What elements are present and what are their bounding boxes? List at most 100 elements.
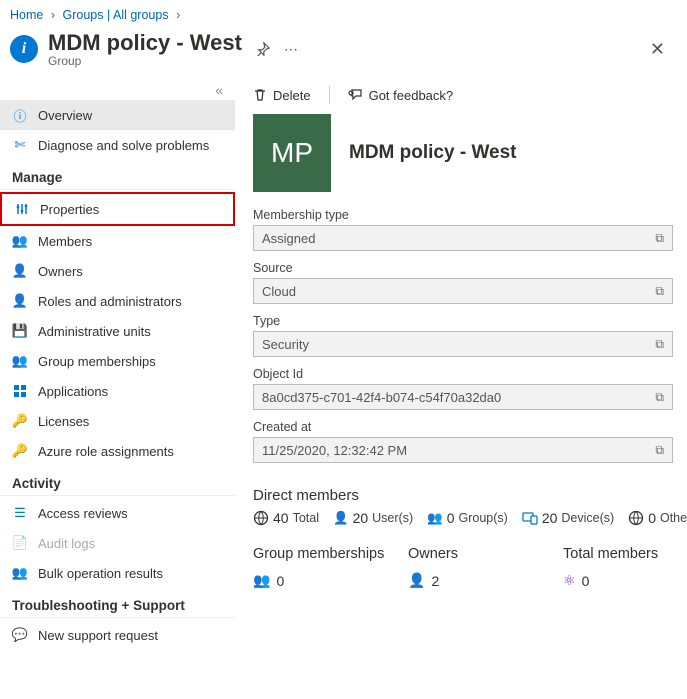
sidebar-item-label: Properties bbox=[40, 202, 99, 217]
group-tile-row: MP MDM policy - West bbox=[253, 114, 673, 192]
stat-heading: Total members bbox=[563, 546, 673, 562]
dm-value: 0 bbox=[447, 510, 455, 526]
sidebar-section-troubleshoot: Troubleshooting + Support bbox=[0, 588, 235, 618]
stat-heading: Group memberships bbox=[253, 546, 408, 562]
sidebar-item-label: Roles and administrators bbox=[38, 294, 182, 309]
field-label: Created at bbox=[253, 420, 673, 434]
field-source: Source Cloud ⧉ bbox=[253, 261, 673, 304]
field-value-box: Security ⧉ bbox=[253, 331, 673, 357]
sidebar-item-label: New support request bbox=[38, 628, 158, 643]
roles-icon: 👤 bbox=[12, 293, 28, 309]
dm-label: User(s) bbox=[372, 511, 413, 525]
more-icon[interactable]: ⋯ bbox=[284, 41, 300, 58]
page-subtitle: Group bbox=[48, 54, 242, 68]
field-membership-type: Membership type Assigned ⧉ bbox=[253, 208, 673, 251]
breadcrumb-home[interactable]: Home bbox=[10, 8, 43, 22]
sidebar-item-label: Administrative units bbox=[38, 324, 151, 339]
sidebar-section-activity: Activity bbox=[0, 466, 235, 496]
dm-value: 20 bbox=[542, 510, 558, 526]
dm-users: 👤 20 User(s) bbox=[333, 510, 413, 526]
diagnose-icon: ✄ bbox=[12, 137, 28, 153]
sidebar-item-label: Overview bbox=[38, 108, 92, 123]
properties-icon bbox=[14, 201, 30, 217]
sidebar-item-licenses[interactable]: 🔑 Licenses bbox=[0, 406, 235, 436]
copy-icon[interactable]: ⧉ bbox=[655, 231, 664, 246]
main-pane: Delete Got feedback? MP MDM policy - Wes… bbox=[235, 80, 687, 699]
dm-label: Group(s) bbox=[458, 511, 507, 525]
stat-group-memberships: Group memberships 👥 0 bbox=[253, 546, 408, 589]
sidebar-item-label: Azure role assignments bbox=[38, 444, 174, 459]
dm-value: 20 bbox=[353, 510, 369, 526]
feedback-icon bbox=[348, 88, 363, 102]
direct-members-heading: Direct members bbox=[253, 487, 673, 504]
dm-others: 0 Other(s) bbox=[628, 510, 687, 526]
sidebar-item-access-reviews[interactable]: ☰ Access reviews bbox=[0, 498, 235, 528]
sidebar-item-bulk-results[interactable]: 👥 Bulk operation results bbox=[0, 558, 235, 588]
group-memberships-icon: 👥 bbox=[12, 353, 28, 369]
trash-icon bbox=[253, 88, 267, 102]
sidebar-item-roles[interactable]: 👤 Roles and administrators bbox=[0, 286, 235, 316]
field-value-box: Cloud ⧉ bbox=[253, 278, 673, 304]
dm-value: 40 bbox=[273, 510, 289, 526]
stat-value: 2 bbox=[431, 573, 439, 589]
field-label: Membership type bbox=[253, 208, 673, 222]
info-icon: i bbox=[10, 35, 38, 63]
sidebar-item-label: Bulk operation results bbox=[38, 566, 163, 581]
field-value: 11/25/2020, 12:32:42 PM bbox=[262, 443, 407, 458]
breadcrumb-groups[interactable]: Groups | All groups bbox=[62, 8, 168, 22]
sidebar-item-label: Owners bbox=[38, 264, 83, 279]
sidebar-item-azure-roles[interactable]: 🔑 Azure role assignments bbox=[0, 436, 235, 466]
field-value-box: 11/25/2020, 12:32:42 PM ⧉ bbox=[253, 437, 673, 463]
support-icon: 💬 bbox=[12, 627, 28, 643]
globe-icon bbox=[628, 510, 644, 526]
field-label: Source bbox=[253, 261, 673, 275]
stat-value: 0 bbox=[582, 573, 590, 589]
globe-icon bbox=[253, 510, 269, 526]
feedback-button[interactable]: Got feedback? bbox=[348, 88, 454, 103]
sidebar-section-manage: Manage bbox=[0, 160, 235, 190]
sidebar-item-owners[interactable]: 👤 Owners bbox=[0, 256, 235, 286]
dm-devices: 20 Device(s) bbox=[522, 510, 614, 526]
copy-icon[interactable]: ⧉ bbox=[655, 390, 664, 405]
delete-button[interactable]: Delete bbox=[253, 88, 311, 103]
sidebar-item-admin-units[interactable]: 💾 Administrative units bbox=[0, 316, 235, 346]
copy-icon[interactable]: ⧉ bbox=[655, 337, 664, 352]
applications-icon bbox=[12, 383, 28, 399]
user-icon: 👤 bbox=[408, 572, 425, 589]
sidebar-item-label: Audit logs bbox=[38, 536, 95, 551]
group-icon: 👥 bbox=[427, 511, 443, 526]
sidebar-item-group-memberships[interactable]: 👥 Group memberships bbox=[0, 346, 235, 376]
sidebar-item-label: Diagnose and solve problems bbox=[38, 138, 209, 153]
button-label: Delete bbox=[273, 88, 311, 103]
atom-icon: ⚛ bbox=[563, 572, 576, 589]
bottom-stats: Group memberships 👥 0 Owners 👤 2 Total m… bbox=[253, 546, 673, 589]
licenses-icon: 🔑 bbox=[12, 413, 28, 429]
user-icon: 👤 bbox=[333, 511, 349, 526]
owners-icon: 👤 bbox=[12, 263, 28, 279]
sidebar-item-audit-logs[interactable]: 📄 Audit logs bbox=[0, 528, 235, 558]
collapse-sidebar-icon[interactable]: « bbox=[0, 82, 235, 100]
copy-icon[interactable]: ⧉ bbox=[655, 284, 664, 299]
sidebar-item-applications[interactable]: Applications bbox=[0, 376, 235, 406]
copy-icon[interactable]: ⧉ bbox=[655, 443, 664, 458]
pin-icon[interactable] bbox=[256, 42, 270, 56]
group-icon: 👥 bbox=[253, 572, 270, 589]
bulk-results-icon: 👥 bbox=[12, 565, 28, 581]
device-icon bbox=[522, 511, 538, 525]
sidebar-item-label: Access reviews bbox=[38, 506, 128, 521]
close-icon[interactable]: ✕ bbox=[642, 35, 673, 64]
page-header: i MDM policy - West Group ⋯ ✕ bbox=[0, 26, 687, 80]
button-label: Got feedback? bbox=[369, 88, 454, 103]
sidebar-item-support-request[interactable]: 💬 New support request bbox=[0, 620, 235, 650]
sidebar-item-overview[interactable]: ⓘ Overview bbox=[0, 100, 235, 130]
field-label: Type bbox=[253, 314, 673, 328]
dm-value: 0 bbox=[648, 510, 656, 526]
field-value-box: Assigned ⧉ bbox=[253, 225, 673, 251]
sidebar-item-diagnose[interactable]: ✄ Diagnose and solve problems bbox=[0, 130, 235, 160]
sidebar-item-members[interactable]: 👥 Members bbox=[0, 226, 235, 256]
sidebar-item-properties[interactable]: Properties bbox=[0, 192, 235, 226]
dm-label: Other(s) bbox=[660, 511, 687, 525]
field-value: Security bbox=[262, 337, 309, 352]
field-object-id: Object Id 8a0cd375-c701-42f4-b074-c54f70… bbox=[253, 367, 673, 410]
page-title: MDM policy - West bbox=[48, 30, 242, 56]
